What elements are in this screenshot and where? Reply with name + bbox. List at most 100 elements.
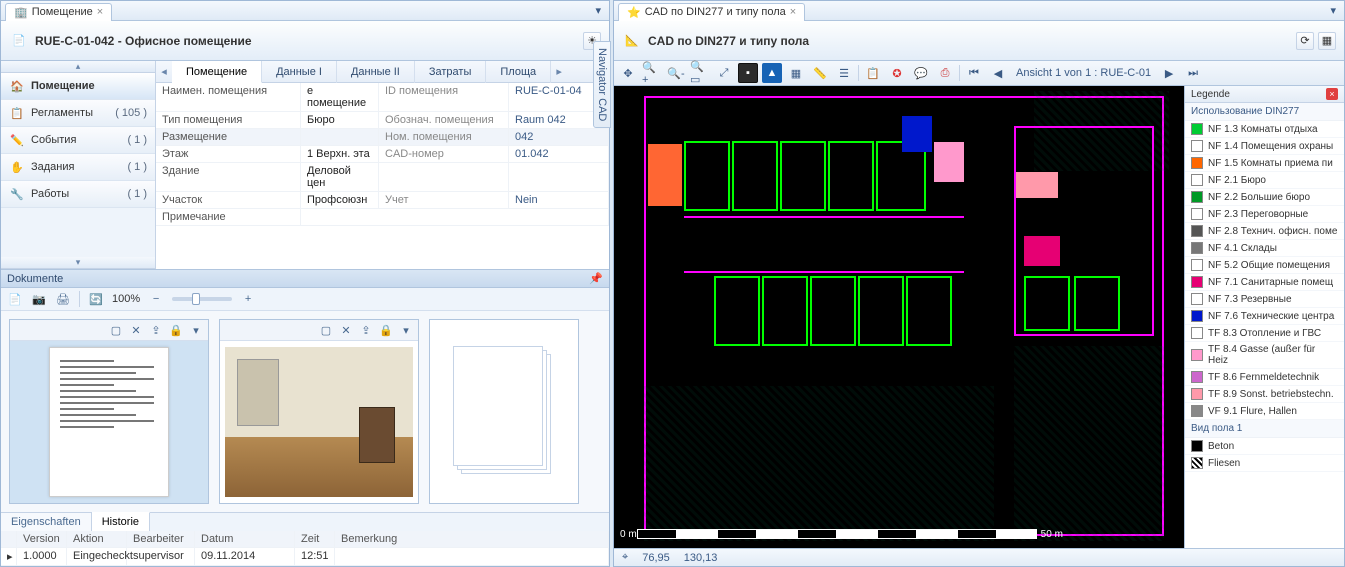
tab-room[interactable]: 🏢 Помещение × (5, 3, 112, 21)
zoom-in-icon[interactable]: 🔍+ (642, 63, 662, 83)
comment-icon[interactable]: 💬 (911, 63, 931, 83)
delete-icon[interactable]: ✕ (338, 322, 354, 338)
legend-item[interactable]: NF 1.4 Помещения охраны (1185, 138, 1344, 155)
next-view-icon[interactable]: ▶ (1159, 63, 1179, 83)
copy-icon[interactable]: 📋 (863, 63, 883, 83)
legend-item[interactable]: TF 8.4 Gasse (außer für Heiz (1185, 342, 1344, 369)
mini-tab-history[interactable]: Historie (92, 512, 150, 531)
zoom-out-icon[interactable]: 🔍- (666, 63, 686, 83)
legend-item[interactable]: TF 8.9 Sonst. betriebstechn. (1185, 386, 1344, 403)
legend-item[interactable]: TF 8.3 Отопление и ГВС (1185, 325, 1344, 342)
dtab-area[interactable]: Площа (486, 61, 551, 83)
history-row[interactable]: ▸ 1.0000 Eingecheckt supervisor 09.11.20… (1, 548, 609, 566)
sidebar-item-works[interactable]: 🔧 Работы ( 1 ) (1, 181, 155, 208)
prop-value[interactable]: Nein (509, 192, 609, 208)
sidebar-item-events[interactable]: ✏️ События ( 1 ) (1, 127, 155, 154)
doc-thumb-new[interactable] (429, 319, 579, 504)
legend-item[interactable]: NF 7.6 Технические центра (1185, 308, 1344, 325)
scanner-icon[interactable]: 🖨 (55, 291, 71, 307)
open-icon[interactable]: ▢ (318, 322, 334, 338)
close-icon[interactable]: × (790, 6, 796, 18)
tabs-scroll-left-icon[interactable]: ◂ (156, 65, 172, 78)
dtab-costs[interactable]: Затраты (415, 61, 487, 83)
refresh-button[interactable]: ⟳ (1296, 32, 1314, 50)
prop-value[interactable]: Профсоюзн (301, 192, 379, 208)
add-doc-icon[interactable]: 📄 (7, 291, 23, 307)
prop-value[interactable] (301, 209, 609, 225)
zoom-window-icon[interactable]: 🔍▭ (690, 63, 710, 83)
layers-icon[interactable]: ☰ (834, 63, 854, 83)
dtab-data2[interactable]: Данные II (337, 61, 415, 83)
zoom-in-icon[interactable]: + (240, 291, 256, 307)
navigator-cad-tab[interactable]: Navigator CAD (593, 41, 611, 128)
export-pdf-icon[interactable]: ⎙ (935, 63, 955, 83)
prop-value[interactable]: 042 (509, 129, 609, 145)
cad-viewport[interactable]: 0 m 50 m Legende × Использование DIN277 … (614, 86, 1344, 548)
legend-item[interactable]: VF 9.1 Flure, Hallen (1185, 403, 1344, 420)
mini-tab-properties[interactable]: Eigenschaften (1, 513, 92, 531)
legend-item[interactable]: NF 7.3 Резервные (1185, 291, 1344, 308)
settings-button[interactable]: ▦ (1318, 32, 1336, 50)
pointer-icon[interactable]: ▲ (762, 63, 782, 83)
first-view-icon[interactable]: ⏮ (964, 63, 984, 83)
legend-item[interactable]: Fliesen (1185, 455, 1344, 472)
legend-item[interactable]: NF 4.1 Склады (1185, 240, 1344, 257)
zoom-extent-icon[interactable]: ⤢ (714, 63, 734, 83)
close-icon[interactable]: × (97, 6, 103, 18)
col-time[interactable]: Zeit (295, 531, 335, 547)
pan-icon[interactable]: ✥ (618, 63, 638, 83)
legend-item[interactable]: TF 8.6 Fernmeldetechnik (1185, 369, 1344, 386)
col-expand[interactable] (1, 531, 17, 547)
doc-thumb-2[interactable]: ▢ ✕ ⇪ 🔒 ▾ (219, 319, 419, 504)
lock-icon[interactable]: 🔒 (378, 322, 394, 338)
col-date[interactable]: Datum (195, 531, 295, 547)
last-view-icon[interactable]: ⏭ (1183, 63, 1203, 83)
export-icon[interactable]: ⇪ (358, 322, 374, 338)
prop-value[interactable]: е помещение (301, 83, 379, 111)
lock-icon[interactable]: 🔒 (168, 322, 184, 338)
col-action[interactable]: Aktion (67, 531, 127, 547)
legend-item[interactable]: NF 2.1 Бюро (1185, 172, 1344, 189)
sidebar-collapse-up[interactable]: ▴ (1, 61, 155, 73)
more-icon[interactable]: ▾ (188, 322, 204, 338)
prop-value[interactable]: 01.042 (509, 146, 609, 162)
prop-value[interactable]: Деловой цен (301, 163, 379, 191)
expand-icon[interactable]: ▸ (1, 548, 17, 565)
annotate-icon[interactable]: ✪ (887, 63, 907, 83)
more-icon[interactable]: ▾ (398, 322, 414, 338)
tabs-scroll-right-icon[interactable]: ▸ (551, 65, 567, 78)
dtab-data1[interactable]: Данные I (262, 61, 337, 83)
select-area-icon[interactable]: ▦ (786, 63, 806, 83)
prev-view-icon[interactable]: ◀ (988, 63, 1008, 83)
tab-dropdown-icon[interactable]: ▾ (1326, 4, 1340, 17)
legend-item[interactable]: NF 2.3 Переговорные (1185, 206, 1344, 223)
sidebar-item-regulations[interactable]: 📋 Регламенты ( 105 ) (1, 100, 155, 127)
col-note[interactable]: Bemerkung (335, 531, 609, 547)
legend-item[interactable]: NF 1.3 Комнаты отдыха (1185, 121, 1344, 138)
col-user[interactable]: Bearbeiter (127, 531, 195, 547)
col-version[interactable]: Version (17, 531, 67, 547)
pin-icon[interactable]: 📌 (589, 272, 603, 285)
tab-cad[interactable]: ⭐ CAD по DIN277 и типу пола × (618, 3, 805, 21)
sidebar-item-tasks[interactable]: ✋ Задания ( 1 ) (1, 154, 155, 181)
doc-thumb-1[interactable]: ▢ ✕ ⇪ 🔒 ▾ (9, 319, 209, 504)
legend-item[interactable]: NF 1.5 Комнаты приема пи (1185, 155, 1344, 172)
measure-icon[interactable]: 📏 (810, 63, 830, 83)
zoom-slider[interactable] (172, 297, 232, 301)
legend-item[interactable]: NF 2.8 Технич. офисн. поме (1185, 223, 1344, 240)
refresh-icon[interactable]: 🔄 (88, 291, 104, 307)
export-icon[interactable]: ⇪ (148, 322, 164, 338)
legend-close-icon[interactable]: × (1326, 88, 1338, 100)
prop-value[interactable]: Бюро (301, 112, 379, 128)
open-icon[interactable]: ▢ (108, 322, 124, 338)
legend-item[interactable]: NF 7.1 Санитарные помещ (1185, 274, 1344, 291)
dtab-room[interactable]: Помещение (172, 61, 262, 83)
zoom-out-icon[interactable]: − (148, 291, 164, 307)
legend-item[interactable]: NF 5.2 Общие помещения (1185, 257, 1344, 274)
bg-toggle-icon[interactable]: ▪ (738, 63, 758, 83)
legend-item[interactable]: Beton (1185, 438, 1344, 455)
legend-item[interactable]: NF 2.2 Большие бюро (1185, 189, 1344, 206)
camera-icon[interactable]: 📷 (31, 291, 47, 307)
delete-icon[interactable]: ✕ (128, 322, 144, 338)
sidebar-collapse-down[interactable]: ▾ (1, 257, 155, 269)
